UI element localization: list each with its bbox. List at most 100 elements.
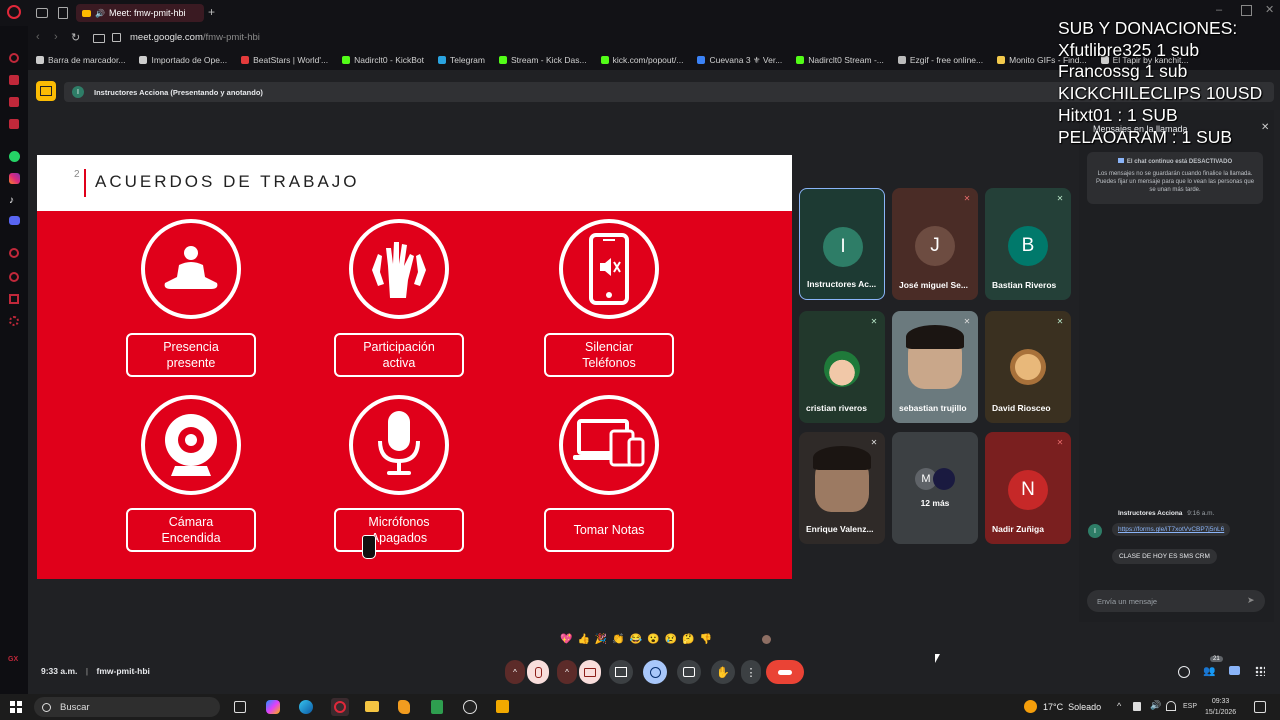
sidebar-twitch-icon[interactable] — [9, 97, 19, 107]
bookmark-icon — [139, 56, 148, 64]
edge-icon[interactable] — [299, 700, 313, 714]
participant-tile[interactable]: ✕ Enrique Valenz... — [799, 432, 885, 544]
meeting-info-divider: | — [85, 666, 89, 676]
camera-options-button[interactable]: ^ — [557, 660, 577, 684]
volume-icon[interactable]: 🔊 — [1150, 700, 1161, 711]
reaction-emoji-button[interactable]: 😢 — [665, 634, 677, 645]
people-icon[interactable]: 👥 — [1203, 666, 1215, 677]
app-green-icon[interactable] — [431, 700, 443, 714]
tab-icon[interactable] — [36, 8, 48, 18]
new-tab-button[interactable]: + — [208, 5, 215, 19]
chat-icon[interactable] — [1229, 666, 1240, 675]
camera-icon[interactable] — [93, 34, 105, 43]
participant-tile[interactable]: ✕ sebastian trujillo — [892, 311, 978, 423]
bookmark-item[interactable]: Nadirclt0 - KickBot — [342, 50, 424, 70]
task-view-icon[interactable] — [234, 701, 246, 713]
back-icon[interactable]: ‹ — [36, 31, 40, 43]
notifications-icon[interactable] — [1254, 701, 1266, 713]
camera-off-button[interactable] — [579, 660, 601, 684]
participant-tile[interactable]: N ✕ Nadir Zuñiga — [985, 432, 1071, 544]
tab-meet[interactable]: 🔊 Meet: fmw-pmit-hbi — [76, 4, 204, 22]
language-indicator[interactable]: ESP — [1183, 703, 1197, 710]
forward-icon[interactable]: › — [54, 31, 58, 43]
pizza-avatar-icon — [1010, 349, 1046, 385]
url-field[interactable]: meet.google.com/fmw-pmit-hbi — [130, 32, 260, 43]
send-icon[interactable]: ➤ — [1247, 595, 1255, 606]
sidebar-gx-icon[interactable]: GX — [8, 656, 18, 663]
sidebar-history-icon[interactable] — [9, 272, 19, 282]
bookmark-item[interactable]: Cuevana 3 ⚜ Ver... — [697, 50, 782, 70]
sidebar-tiktok-icon[interactable]: ♪ — [9, 195, 20, 206]
reload-icon[interactable]: ↻ — [71, 31, 80, 44]
weather-text[interactable]: 17°C Soleado — [1043, 702, 1101, 712]
reaction-emoji-button[interactable]: 👏 — [612, 634, 624, 645]
reaction-skin-tone-icon[interactable] — [762, 635, 771, 644]
participant-tile[interactable]: J ✕ José miguel Se... — [892, 188, 978, 300]
sidebar-discord-icon[interactable] — [9, 216, 20, 225]
chat-message-link[interactable]: https://forms.gle/iT7xotVvCBP7j5nL6 — [1112, 523, 1231, 536]
bookmark-item[interactable]: kick.com/popout/... — [600, 50, 683, 70]
more-participants-tile[interactable]: M 12 más — [892, 432, 978, 544]
store-icon[interactable] — [496, 700, 509, 713]
sidebar-whatsapp-icon[interactable] — [9, 151, 20, 162]
raise-hand-button[interactable]: ✋ — [711, 660, 735, 684]
emoji-button[interactable] — [643, 660, 667, 684]
sidebar-messenger-icon[interactable] — [9, 119, 19, 129]
participant-tile[interactable]: I Instructores Ac... — [799, 188, 885, 300]
tray-headset-icon[interactable] — [1166, 701, 1176, 711]
participant-tile[interactable]: ✕ David Riosceo — [985, 311, 1071, 423]
bookmark-item[interactable]: Barra de marcador... — [36, 50, 125, 70]
file-explorer-icon[interactable] — [365, 701, 379, 712]
copilot-icon[interactable] — [266, 700, 280, 714]
participant-tile[interactable]: ✕ cristian riveros — [799, 311, 885, 423]
taskbar-search[interactable]: Buscar — [34, 697, 220, 717]
mic-options-button[interactable]: ^ — [505, 660, 525, 684]
reaction-emoji-button[interactable]: 😂 — [630, 634, 642, 645]
fl-studio-icon[interactable] — [398, 700, 410, 714]
opera-sidebar: ♪ GX — [0, 26, 28, 694]
present-screen-button[interactable] — [609, 660, 633, 684]
sidebar-cube-icon[interactable] — [9, 294, 19, 304]
chat-input[interactable]: Envía un mensaje — [1087, 590, 1265, 612]
bookmark-item[interactable]: Telegram — [438, 50, 485, 70]
participant-tile[interactable]: B ✕ Bastian Riveros — [985, 188, 1071, 300]
reaction-emoji-button[interactable]: 👎 — [700, 634, 712, 645]
reaction-emoji-button[interactable]: 😮 — [647, 634, 659, 645]
bookmark-tab-icon[interactable] — [58, 7, 68, 19]
activities-icon[interactable] — [1255, 666, 1265, 676]
captions-button[interactable] — [677, 660, 701, 684]
bookmark-item[interactable]: Importado de Ope... — [139, 50, 227, 70]
presenting-icon[interactable] — [36, 81, 56, 101]
window-maximize-button[interactable] — [1241, 5, 1252, 16]
tray-app-icon[interactable] — [1133, 702, 1141, 711]
tray-chevron-icon[interactable]: ^ — [1117, 701, 1121, 711]
opera-logo-icon[interactable] — [7, 5, 21, 19]
sidebar-settings-icon[interactable] — [9, 316, 19, 326]
bookmark-item[interactable]: Nadirclt0 Stream -... — [796, 50, 884, 70]
reaction-emoji-button[interactable]: 🎉 — [595, 634, 607, 645]
speaker-icon[interactable]: 🔊 — [95, 9, 105, 18]
bookmark-item[interactable]: Stream - Kick Das... — [499, 50, 587, 70]
weather-icon — [1024, 700, 1037, 713]
sidebar-ai-icon[interactable] — [9, 53, 19, 63]
opera-gx-taskbar-icon[interactable] — [331, 698, 349, 716]
reaction-emoji-button[interactable]: 🤔 — [682, 634, 694, 645]
sidebar-player-icon[interactable] — [9, 248, 19, 258]
reaction-emoji-button[interactable]: 💖 — [560, 634, 572, 645]
obs-icon[interactable] — [463, 700, 477, 714]
sidebar-bag-icon[interactable] — [9, 75, 19, 85]
windows-start-icon[interactable] — [10, 701, 22, 713]
sidebar-instagram-icon[interactable] — [9, 173, 20, 184]
window-close-button[interactable]: ✕ — [1265, 3, 1274, 16]
more-options-button[interactable]: ⋮ — [741, 660, 761, 684]
reaction-emoji-button[interactable]: 👍 — [577, 634, 589, 645]
clock[interactable]: 09:33 15/1/2026 — [1205, 696, 1236, 718]
bookmark-item[interactable]: BeatStars | World'... — [241, 50, 328, 70]
bookmark-item[interactable]: Ezgif - free online... — [897, 50, 983, 70]
mic-off-button[interactable] — [527, 660, 549, 684]
participant-name: cristian riveros — [806, 403, 867, 413]
leave-call-button[interactable] — [766, 660, 804, 684]
meeting-details-icon[interactable] — [1178, 666, 1190, 678]
bookmark-icon — [241, 56, 250, 64]
window-minimize-button[interactable]: – — [1216, 4, 1222, 16]
